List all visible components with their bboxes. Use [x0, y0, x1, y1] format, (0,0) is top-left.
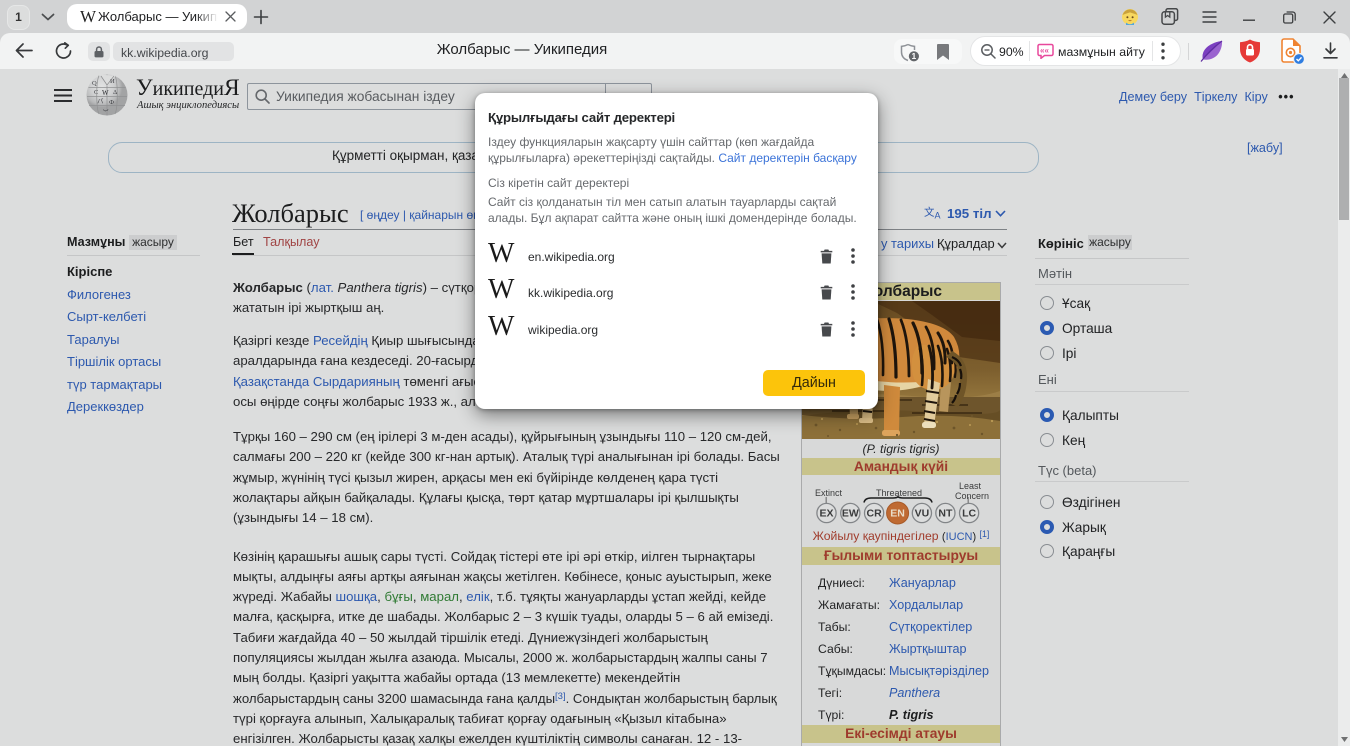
- svg-text:文: 文: [924, 206, 935, 219]
- svg-text:CR: CR: [867, 508, 883, 520]
- svg-text:C: C: [94, 89, 98, 96]
- svg-text:Ф: Ф: [109, 99, 114, 106]
- svg-text:VU: VU: [915, 508, 930, 520]
- svg-text:ب: ب: [103, 107, 109, 113]
- svg-text:Δ: Δ: [113, 89, 117, 96]
- svg-text:И: И: [110, 78, 115, 85]
- svg-text:W: W: [102, 89, 109, 97]
- svg-text:А: А: [935, 211, 941, 220]
- svg-text:1: 1: [912, 51, 917, 61]
- svg-text:EN: EN: [890, 508, 905, 520]
- svg-text:NT: NT: [938, 508, 953, 520]
- svg-text:EX: EX: [819, 508, 833, 520]
- svg-text:LC: LC: [962, 508, 976, 520]
- svg-text:EW: EW: [842, 508, 859, 520]
- svg-text:Q: Q: [92, 80, 97, 87]
- svg-text:バ: バ: [97, 97, 104, 105]
- svg-text:««: ««: [1040, 46, 1049, 55]
